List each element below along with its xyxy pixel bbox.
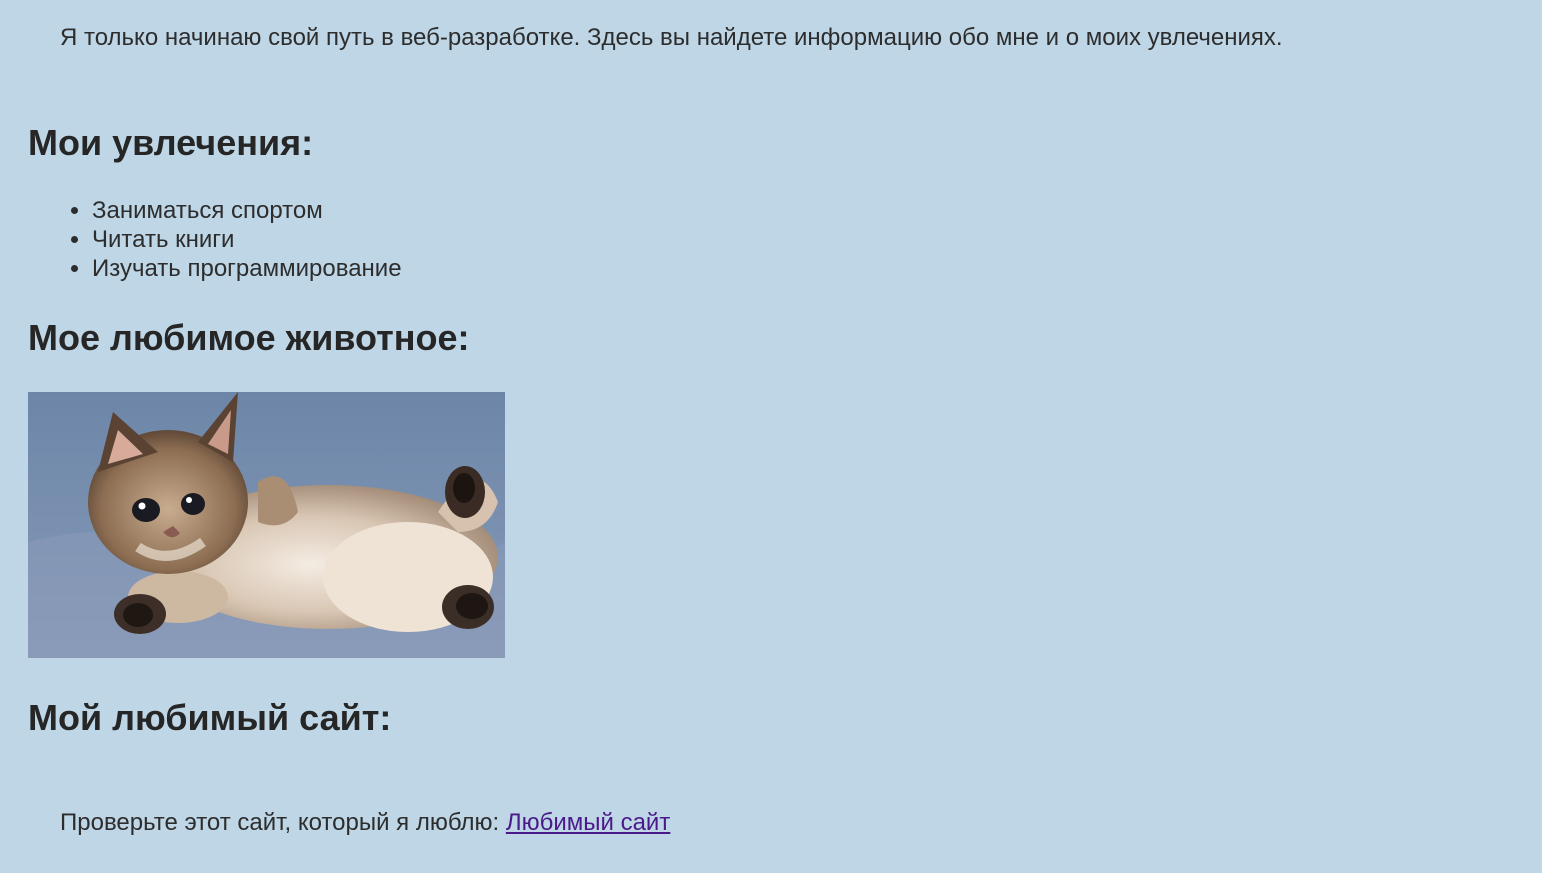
kitten-image bbox=[28, 392, 505, 658]
favorite-site-link[interactable]: Любимый сайт bbox=[506, 809, 670, 836]
favorite-site-paragraph: Проверьте этот сайт, который я люблю: Лю… bbox=[60, 807, 670, 839]
list-item: Заниматься спортом bbox=[92, 196, 402, 225]
hobbies-list: Заниматься спортом Читать книги Изучать … bbox=[60, 196, 402, 283]
list-item: Читать книги bbox=[92, 225, 402, 254]
hobbies-heading: Мои увлечения: bbox=[28, 122, 314, 163]
favorite-animal-heading: Мое любимое животное: bbox=[28, 317, 470, 358]
favorite-site-text: Проверьте этот сайт, который я люблю: bbox=[60, 809, 506, 836]
favorite-site-heading: Мой любимый сайт: bbox=[28, 697, 392, 738]
list-item: Изучать программирование bbox=[92, 254, 402, 283]
intro-text: Я только начинаю свой путь в веб-разрабо… bbox=[60, 24, 1283, 51]
